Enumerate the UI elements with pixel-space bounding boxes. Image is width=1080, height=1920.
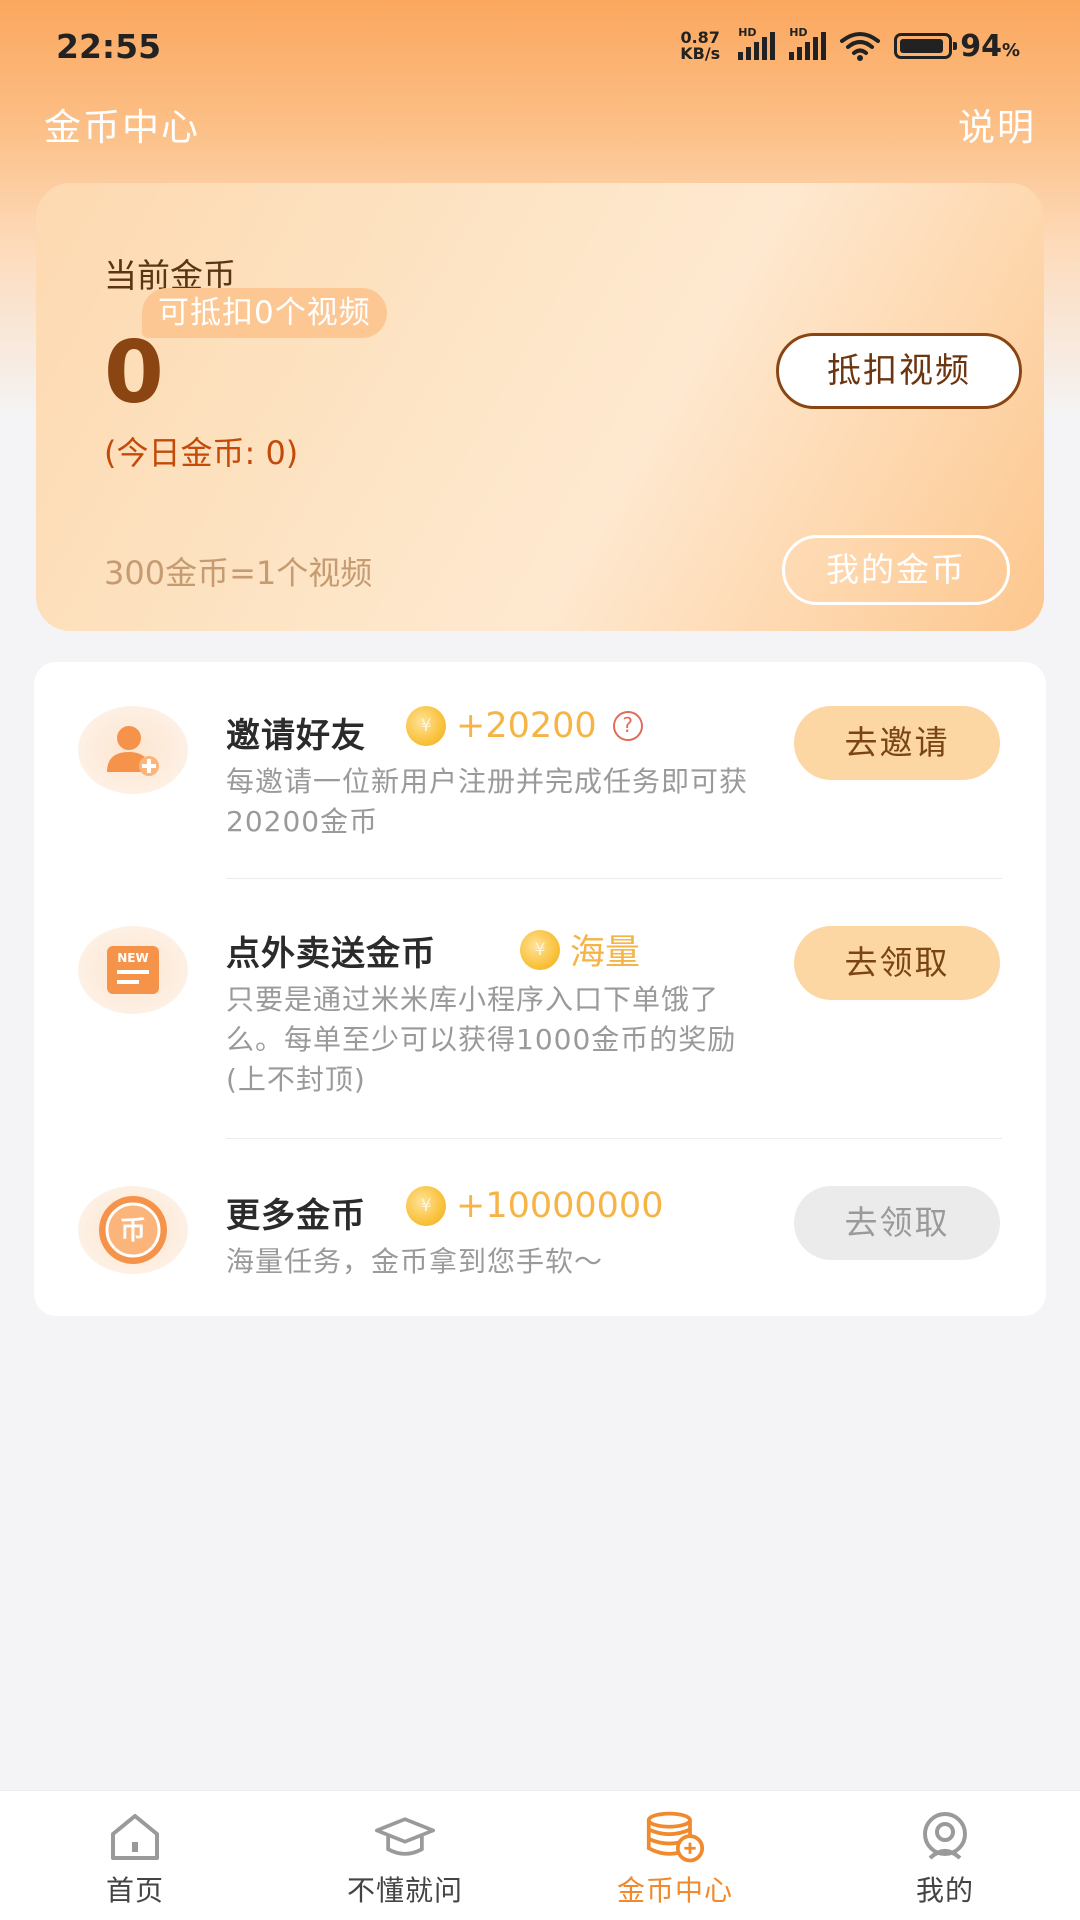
battery-unit: % (1001, 39, 1020, 61)
question-icon[interactable]: ? (612, 711, 643, 741)
task-description: 海量任务，金币拿到您手软～ (226, 1245, 604, 1278)
coin-balance-card: 当前金币 可抵扣0个视频 0 (今日金币: 0) 300金币=1个视频 抵扣视频… (36, 183, 1044, 631)
task-reward: ¥ 海量 (520, 924, 640, 975)
nav-item-coin-center[interactable]: 金币中心 (540, 1791, 810, 1920)
wifi-icon (840, 32, 881, 61)
coin-char-text: 币 (120, 1216, 146, 1246)
nav-label: 不懂就问 (346, 1874, 463, 1907)
deduct-video-button[interactable]: 抵扣视频 (776, 333, 1022, 409)
task-list: 邀请好友 ¥ +20200 ? 每邀请一位新用户注册并完成任务即可获20200金… (34, 662, 1046, 1316)
graduation-cap-icon (375, 1809, 435, 1865)
deductible-badge: 可抵扣0个视频 (142, 288, 387, 338)
new-badge-text: NEW (117, 951, 148, 965)
task-description: 只要是通过米米库小程序入口下单饿了么。每单至少可以获得1000金币的奖励(上不封… (226, 983, 737, 1096)
my-coins-button[interactable]: 我的金币 (782, 535, 1010, 605)
task-title: 邀请好友 (226, 716, 366, 756)
task-reward: ¥ +10000000 (406, 1186, 663, 1226)
page-header: 金币中心 说明 (0, 92, 1080, 156)
task-reward-value: 海量 (570, 933, 641, 973)
signal-icon: HD (789, 26, 827, 60)
exchange-rate: 300金币=1个视频 (104, 554, 373, 592)
network-speed: 0.87 KB/s (676, 30, 724, 62)
nav-item-home[interactable]: 首页 (0, 1791, 270, 1920)
nav-item-profile[interactable]: 我的 (810, 1791, 1080, 1920)
claim-takeout-button[interactable]: 去领取 (794, 926, 1000, 1000)
coin-balance-value: 0 (104, 323, 164, 423)
task-description: 每邀请一位新用户注册并完成任务即可获20200金币 (226, 765, 749, 838)
nav-item-ask[interactable]: 不懂就问 (270, 1791, 540, 1920)
help-button[interactable]: 说明 (958, 97, 1036, 151)
task-reward: ¥ +20200 ? (406, 706, 643, 746)
today-coins: (今日金币: 0) (104, 434, 299, 472)
coin-icon: ¥ (520, 929, 560, 970)
page-title: 金币中心 (44, 106, 200, 149)
coin-icon: ¥ (406, 1186, 446, 1226)
nav-label: 金币中心 (616, 1874, 733, 1907)
network-speed-unit: KB/s (680, 44, 721, 63)
divider (226, 878, 1002, 879)
status-time: 22:55 (56, 26, 162, 66)
nav-label: 我的 (915, 1874, 974, 1907)
battery-percent: 94 (960, 28, 1002, 64)
task-title: 点外卖送金币 (226, 934, 436, 974)
battery-fill (900, 39, 944, 53)
status-bar: 22:55 0.87 KB/s HD HD 94% (0, 0, 1080, 92)
signal-hd-label: HD (738, 26, 757, 39)
signal-icon: HD (738, 26, 776, 60)
signal-hd-label: HD (789, 26, 808, 39)
nav-label: 首页 (105, 1874, 164, 1907)
divider (226, 1138, 1002, 1139)
battery-icon (894, 33, 958, 59)
profile-icon (915, 1809, 975, 1865)
coin-stack-icon (645, 1809, 705, 1865)
claim-more-button[interactable]: 去领取 (794, 1186, 1000, 1260)
bottom-nav: 首页 不懂就问 金币中心 我的 (0, 1790, 1080, 1920)
coin-icon: 币 (78, 1186, 188, 1274)
task-reward-value: +20200 (456, 706, 597, 746)
invite-button[interactable]: 去邀请 (794, 706, 1000, 780)
coin-icon: ¥ (406, 706, 446, 746)
new-document-icon: NEW (78, 926, 188, 1014)
task-title: 更多金币 (226, 1196, 366, 1236)
home-icon (105, 1809, 165, 1865)
task-reward-value: +10000000 (456, 1186, 664, 1226)
battery-indicator: 94% (894, 29, 1020, 64)
status-indicators: 0.87 KB/s HD HD 94% (676, 26, 1020, 64)
add-user-icon (78, 706, 188, 794)
